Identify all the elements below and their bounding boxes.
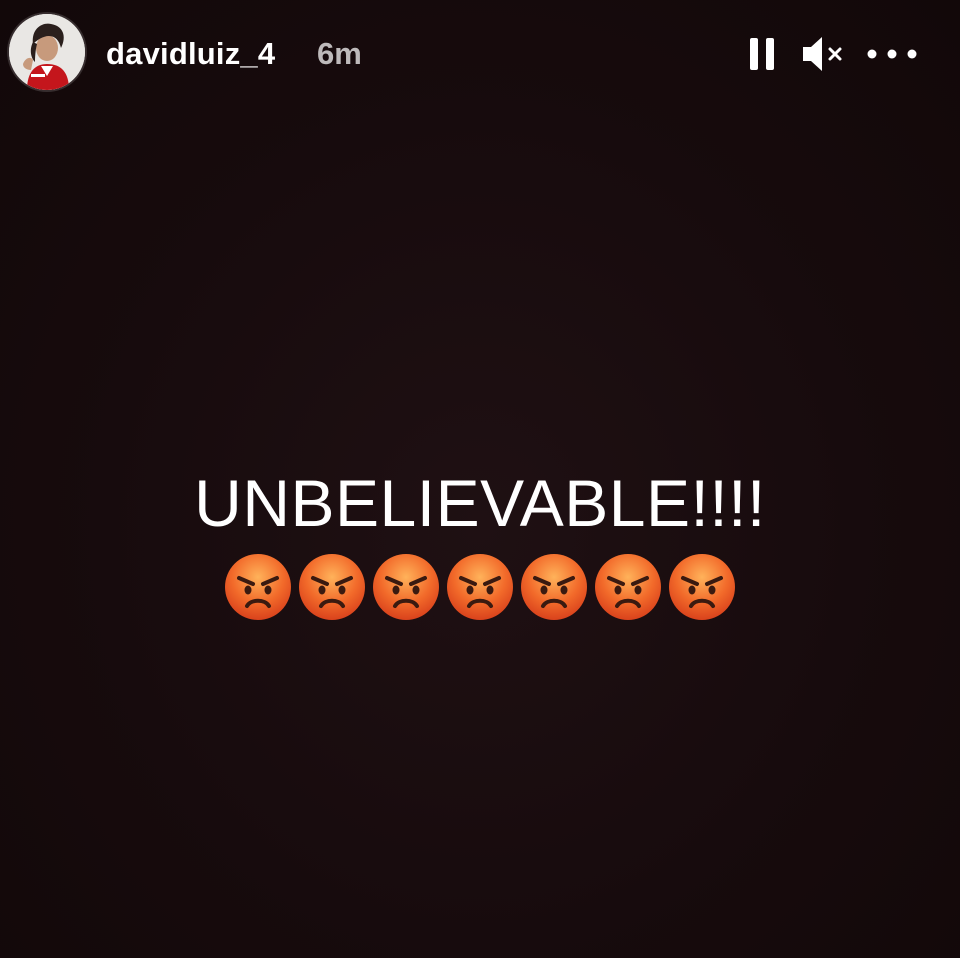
story-header: davidluiz_4 6m [0,0,960,110]
angry-face-icon [667,552,737,622]
mute-button[interactable] [800,34,846,74]
angry-face-icon [223,552,293,622]
pause-button[interactable] [747,34,777,74]
post-time: 6m [317,36,362,71]
angry-face-icon [519,552,589,622]
pause-icon [750,38,774,70]
angry-face-icon [371,552,441,622]
angry-face-icon [297,552,367,622]
muted-speaker-icon [803,37,842,71]
angry-face-icon [593,552,663,622]
story-content: UNBELIEVABLE!!!! [0,462,960,622]
emoji-row [0,552,960,622]
angry-face-icon [445,552,515,622]
profile-avatar[interactable] [9,14,85,90]
more-options-icon [867,49,917,59]
more-options-button[interactable] [864,34,920,74]
username[interactable]: davidluiz_4 [106,36,275,72]
story-viewer[interactable]: davidluiz_4 6m UNBELIEVABLE!!!! [0,0,960,958]
story-text: UNBELIEVABLE!!!! [194,466,766,540]
